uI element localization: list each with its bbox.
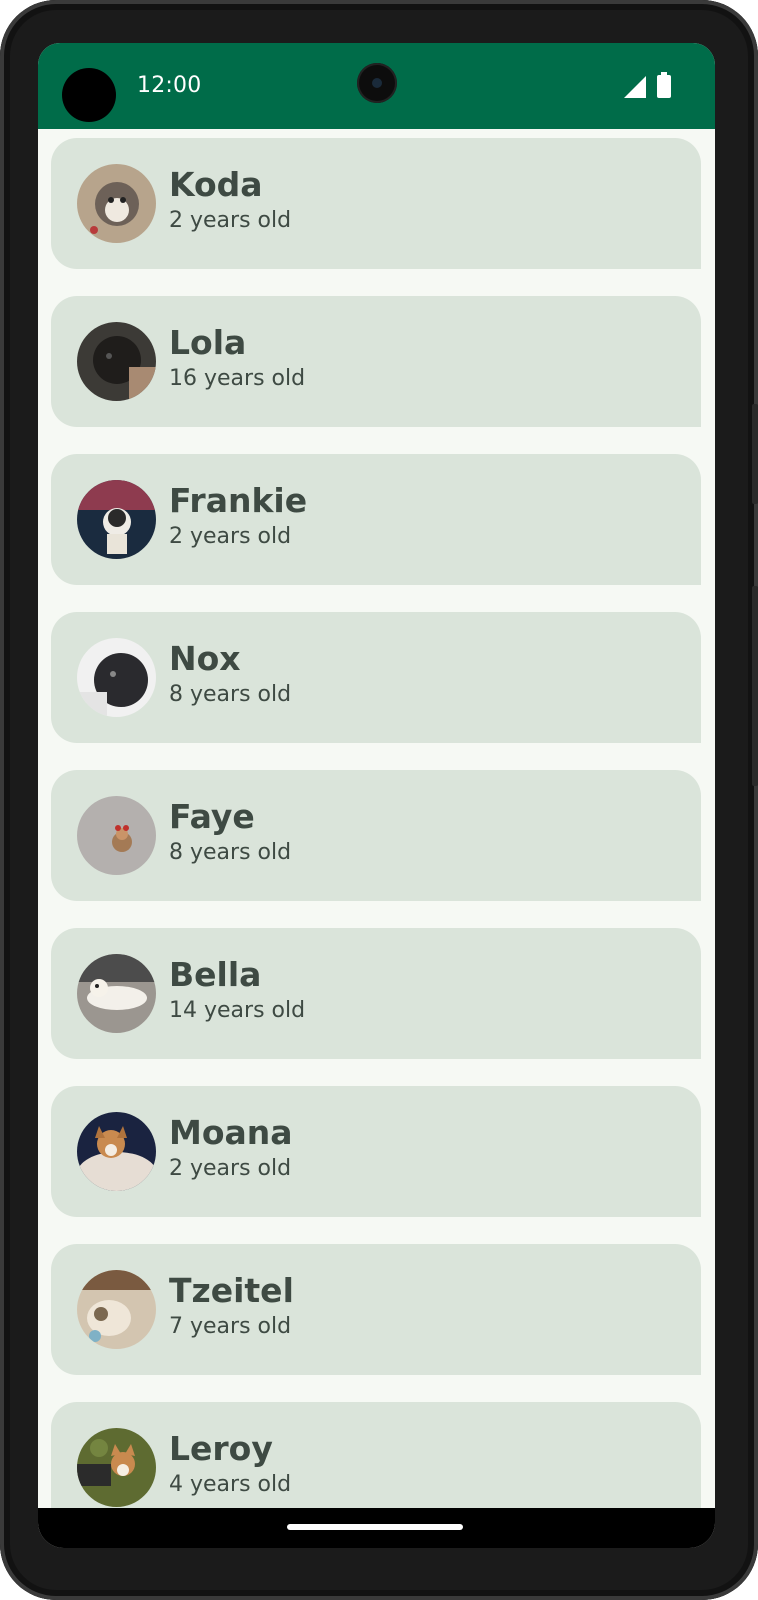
dog-age: 8 years old xyxy=(169,682,292,707)
phone-frame: 12:00 Koda 2 years old Lola 16 years old Fra… xyxy=(0,0,758,1600)
dog-photo xyxy=(77,1112,156,1191)
dog-name: Bella xyxy=(169,955,262,994)
power-button xyxy=(752,404,758,504)
dog-age: 4 years old xyxy=(169,1472,292,1497)
dog-card[interactable]: Faye 8 years old xyxy=(51,770,701,901)
dog-age: 2 years old xyxy=(169,208,292,233)
dog-photo xyxy=(77,638,156,717)
dog-name: Frankie xyxy=(169,481,308,520)
dog-photo xyxy=(77,480,156,559)
dog-photo xyxy=(77,954,156,1033)
dog-card[interactable]: Tzeitel 7 years old xyxy=(51,1244,701,1375)
dog-name: Leroy xyxy=(169,1429,273,1468)
signal-icon xyxy=(624,76,646,98)
dog-photo xyxy=(77,1270,156,1349)
dog-card[interactable]: Bella 14 years old xyxy=(51,928,701,1059)
screen: 12:00 Koda 2 years old Lola 16 years old Fra… xyxy=(38,43,715,1548)
status-bar: 12:00 xyxy=(38,43,715,129)
dog-name: Koda xyxy=(169,165,263,204)
dog-name: Faye xyxy=(169,797,255,836)
dog-photo xyxy=(77,796,156,875)
dog-age: 16 years old xyxy=(169,366,306,391)
dog-card[interactable]: Frankie 2 years old xyxy=(51,454,701,585)
dog-name: Tzeitel xyxy=(169,1271,294,1310)
home-handle[interactable] xyxy=(287,1524,463,1530)
dog-card[interactable]: Koda 2 years old xyxy=(51,138,701,269)
dog-name: Moana xyxy=(169,1113,293,1152)
dog-age: 8 years old xyxy=(169,840,292,865)
dog-age: 14 years old xyxy=(169,998,306,1023)
dog-card[interactable]: Nox 8 years old xyxy=(51,612,701,743)
battery-icon xyxy=(657,72,671,98)
dog-card[interactable]: Moana 2 years old xyxy=(51,1086,701,1217)
dog-photo xyxy=(77,164,156,243)
dog-age: 2 years old xyxy=(169,1156,292,1181)
volume-button xyxy=(752,586,758,786)
dog-list[interactable]: Koda 2 years old Lola 16 years old Frankie 2 … xyxy=(38,129,715,1548)
front-camera xyxy=(357,63,397,103)
dog-card[interactable]: Lola 16 years old xyxy=(51,296,701,427)
navigation-bar xyxy=(38,1508,715,1548)
camera-cutout xyxy=(62,68,116,122)
status-time: 12:00 xyxy=(137,73,202,98)
dog-age: 2 years old xyxy=(169,524,292,549)
dog-name: Lola xyxy=(169,323,247,362)
dog-age: 7 years old xyxy=(169,1314,292,1339)
dog-photo xyxy=(77,322,156,401)
dog-name: Nox xyxy=(169,639,241,678)
dog-photo xyxy=(77,1428,156,1507)
